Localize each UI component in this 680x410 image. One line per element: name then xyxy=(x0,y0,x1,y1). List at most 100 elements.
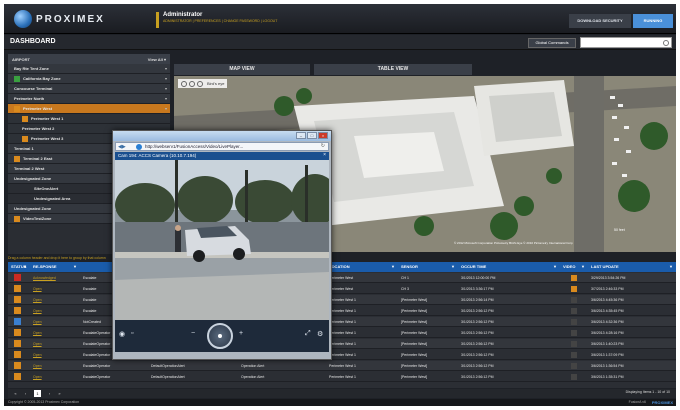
video-controls: ◉ ▫ − + ⤢ ⚙ xyxy=(115,320,329,352)
search-icon[interactable] xyxy=(663,40,669,46)
camera-popup-window[interactable]: – □ × ◀▶ http://webserv1/FusionAccess/Vi… xyxy=(112,130,332,360)
camera-video-feed[interactable] xyxy=(115,160,329,320)
first-page-icon[interactable]: « xyxy=(12,390,19,397)
table-row[interactable]: Open Escalate Perimeter West 1 [Perimeter W… xyxy=(8,295,676,305)
occur-time-cell: 3/1/2013 2:56:12 PM xyxy=(461,320,494,324)
expand-icon[interactable]: ▾ xyxy=(165,96,167,101)
sidebar-item[interactable]: Bay Rte Tent Zone ▾ xyxy=(8,64,170,74)
tab-table-view[interactable]: TABLE VIEW xyxy=(314,64,472,75)
table-row[interactable]: Open Escalate Perimeter West 1 [Perimeter W… xyxy=(8,306,676,316)
ptz-joystick[interactable] xyxy=(207,323,233,349)
filter-icon[interactable]: ▼ xyxy=(581,262,585,272)
video-indicator xyxy=(571,352,577,358)
filter-icon[interactable]: ▼ xyxy=(669,262,673,272)
snapshot-icon[interactable]: ◉ xyxy=(119,330,125,338)
expand-icon[interactable]: ▾ xyxy=(165,86,167,91)
settings-icon[interactable]: ⚙ xyxy=(317,330,323,338)
last-update-cell: 3/6/2013 1:37:09 PM xyxy=(591,353,624,357)
running-button[interactable]: RUNNING xyxy=(633,14,673,28)
sidebar-item[interactable]: California Bay Zone ▾ xyxy=(8,74,170,84)
zoom-in-icon[interactable] xyxy=(181,80,187,87)
camera-close-icon[interactable]: × xyxy=(323,152,326,158)
column-header[interactable]: VIDEO ▼ xyxy=(560,262,588,272)
location-cell: Perimeter West 1 xyxy=(329,342,356,346)
zoom-out-button[interactable]: − xyxy=(191,330,195,337)
column-header[interactable]: LOCATION ▼ xyxy=(326,262,398,272)
column-header[interactable]: OCCUR TIME ▼ xyxy=(458,262,560,272)
user-links[interactable]: ADMINISTRATOR | PREFERENCES | CHANGE PAS… xyxy=(163,19,277,23)
back-icon[interactable]: ◀▶ xyxy=(118,144,126,150)
maximize-icon[interactable]: □ xyxy=(307,132,317,139)
column-header[interactable]: STATUS ▼ xyxy=(8,262,30,272)
column-header[interactable]: RE-SPONSE ▼ xyxy=(30,262,80,272)
brand-name: PROXIMEX xyxy=(36,13,105,25)
table-row[interactable]: Open NotCreated Perimeter West 1 [Perimeter… xyxy=(8,317,676,327)
status-link[interactable]: Open xyxy=(30,284,80,294)
sidebar-item[interactable]: Perimeter West 1 xyxy=(8,114,170,124)
filter-icon[interactable]: ▼ xyxy=(391,262,395,272)
search-input[interactable] xyxy=(580,37,672,48)
fullscreen-icon[interactable]: ⤢ xyxy=(305,330,311,338)
app-header: PROXIMEX Administrator ADMINISTRATOR | P… xyxy=(4,4,676,34)
global-commands-button[interactable]: Global Commands xyxy=(528,38,576,48)
status-link[interactable]: Acknowledged xyxy=(30,273,80,283)
video-indicator xyxy=(571,297,577,303)
pan-icon[interactable] xyxy=(197,80,203,87)
ptz-center-icon[interactable] xyxy=(218,334,222,338)
video-indicator xyxy=(571,275,577,281)
filter-icon[interactable]: ▼ xyxy=(73,262,77,272)
status-link[interactable]: Open xyxy=(30,372,80,382)
status-link[interactable]: Open xyxy=(30,350,80,360)
severity-indicator xyxy=(14,285,21,292)
camera-header: Cam 194: ACCS Camera (10.10.7.194) × xyxy=(115,152,329,160)
column-header[interactable]: SENSOR ▼ xyxy=(398,262,458,272)
zoom-in-button[interactable]: + xyxy=(239,330,243,337)
status-link[interactable]: Open xyxy=(30,317,80,327)
video-frame xyxy=(115,160,329,320)
severity-indicator xyxy=(14,329,21,336)
column-header-label: VIDEO xyxy=(563,264,576,269)
sensor-cell: [Perimeter West] xyxy=(401,309,427,313)
zoom-out-icon[interactable] xyxy=(189,80,195,87)
filter-icon[interactable]: ▼ xyxy=(553,262,557,272)
video-indicator xyxy=(571,286,577,292)
status-link[interactable]: Open xyxy=(30,295,80,305)
table-row[interactable]: Acknowledged Escalate Perimeter West CH 1 3/… xyxy=(8,273,676,283)
expand-icon[interactable]: ▾ xyxy=(165,106,167,111)
tab-map-view[interactable]: MAP VIEW xyxy=(174,64,310,75)
sidebar-item[interactable]: Perimeter West ▾ xyxy=(8,104,170,114)
download-security-button[interactable]: DOWNLOAD SECURITY xyxy=(569,14,631,28)
folder-icon[interactable]: ▫ xyxy=(131,330,133,337)
status-link[interactable]: Open xyxy=(30,306,80,316)
refresh-icon[interactable]: ↻ xyxy=(321,143,325,149)
severity-indicator xyxy=(14,340,21,347)
url-field[interactable]: http://webserv1/FusionAccess/Video/LiveP… xyxy=(145,144,243,149)
prev-page-icon[interactable]: ‹ xyxy=(22,390,29,397)
page-number[interactable]: 1 xyxy=(34,390,41,397)
table-row[interactable]: OpenEscalateOperatorDefaultOperationAler… xyxy=(8,372,676,382)
popup-titlebar[interactable]: – □ × xyxy=(113,131,331,141)
table-row[interactable]: OpenEscalateOperatorDefaultOperationAler… xyxy=(8,339,676,349)
table-row[interactable]: Open EscalateOperator Perimeter West 1 [Per… xyxy=(8,328,676,338)
sidebar-item[interactable]: Concourse Terminal ▾ xyxy=(8,84,170,94)
filter-icon[interactable]: ▼ xyxy=(23,262,27,272)
last-page-icon[interactable]: » xyxy=(56,390,63,397)
address-bar[interactable]: ◀▶ http://webserv1/FusionAccess/Video/Li… xyxy=(115,142,329,151)
expand-icon[interactable]: ▾ xyxy=(165,76,167,81)
next-page-icon[interactable]: › xyxy=(46,390,53,397)
sidebar-item[interactable]: Perimeter North ▾ xyxy=(8,94,170,104)
zone-status-indicator xyxy=(14,105,20,112)
table-row[interactable]: OpenEscalateOperatorDefaultOperationAler… xyxy=(8,350,676,360)
table-row[interactable]: OpenEscalateOperatorDefaultOperationAler… xyxy=(8,361,676,371)
status-link[interactable]: Open xyxy=(30,339,80,349)
birds-eye-toggle[interactable]: Bird's eye xyxy=(207,81,224,86)
close-icon[interactable]: × xyxy=(318,132,328,139)
view-all-link[interactable]: View All ▾ xyxy=(148,57,166,62)
minimize-icon[interactable]: – xyxy=(296,132,306,139)
column-header[interactable]: LAST UPDATE ▼ xyxy=(588,262,676,272)
table-row[interactable]: Open Escalate Perimeter West CH 3 3/1/2013 3… xyxy=(8,284,676,294)
expand-icon[interactable]: ▾ xyxy=(165,66,167,71)
status-link[interactable]: Open xyxy=(30,361,80,371)
filter-icon[interactable]: ▼ xyxy=(451,262,455,272)
status-link[interactable]: Open xyxy=(30,328,80,338)
